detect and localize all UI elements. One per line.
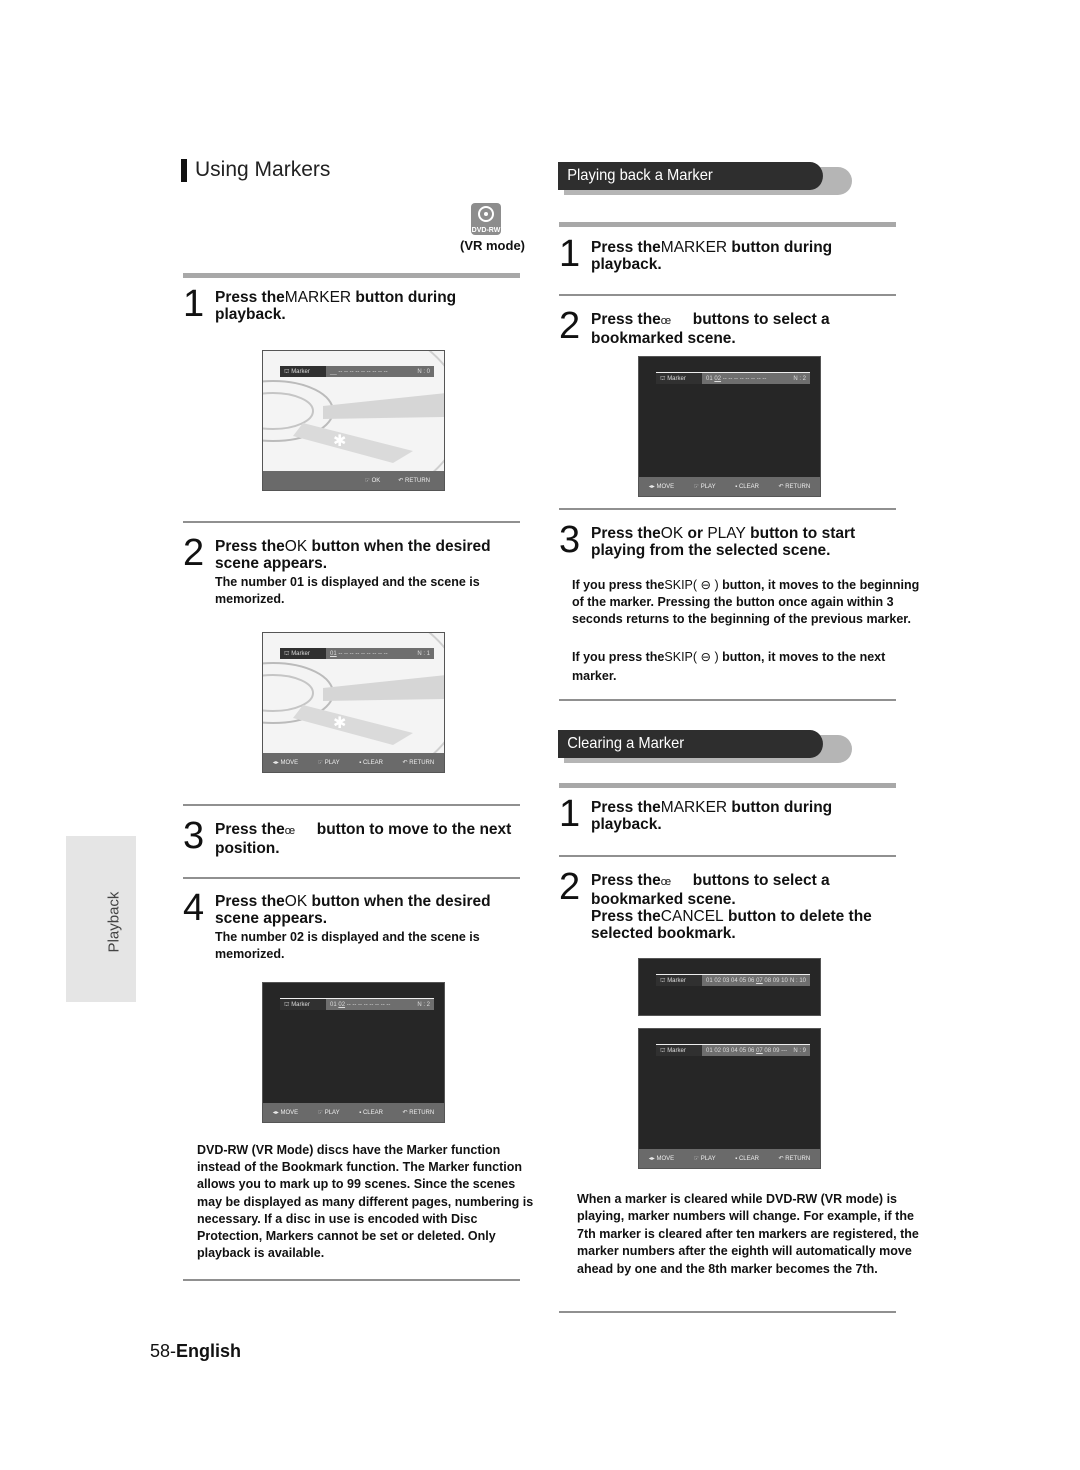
osd-screen-nine-markers: ⛫ Marker 01 02 03 04 05 06 07 08 09 --- N… [638, 1028, 821, 1169]
osd-footer: ◂▸ MOVE ☞ PLAY ▪ CLEAR ↶ RETURN [639, 477, 820, 496]
skip-forward-note: If you press theSKIP( ⊖ ) button, it mov… [572, 650, 886, 683]
page-title: Using Markers [181, 158, 330, 182]
section-side-tab: Playback [66, 836, 136, 1002]
left-step-2: 2 Press theOK button when the desired sc… [183, 532, 491, 606]
section-header-clearing: Clearing a Marker [558, 730, 852, 763]
dvd-rw-disc-icon: DVD-RW [471, 203, 501, 235]
svg-text:✱: ✱ [333, 433, 346, 450]
divider [559, 699, 896, 701]
title-bar-decoration [181, 158, 187, 182]
clearing-step-2: 2 Press theœ buttons to select a bookmar… [559, 866, 872, 942]
osd-footer: ◂▸ MOVE ☞ PLAY ▪ CLEAR ↶ RETURN [263, 1103, 444, 1122]
playback-step-3: 3 Press theOK or PLAY button to start pl… [559, 519, 856, 561]
marker-bar: ⛫ Marker 01 02 -- -- -- -- -- -- -- -- N … [656, 372, 810, 384]
divider [183, 273, 520, 278]
divider [559, 294, 896, 296]
marker-info-note: DVD-RW (VR Mode) discs have the Marker f… [197, 1143, 534, 1261]
marker-bar: ⛫ Marker 01 02 03 04 05 06 07 08 09 10 N … [656, 974, 810, 986]
clearing-step-1: 1 Press theMARKER button during playback… [559, 793, 833, 835]
marker-bar: ⛫ Marker __ -- -- -- -- -- -- -- -- -- N … [280, 366, 434, 377]
divider [183, 877, 520, 879]
osd-screen-ten-markers: ⛫ Marker 01 02 03 04 05 06 07 08 09 10 N … [638, 958, 821, 1016]
playback-step-1: 1 Press theMARKER button during playback… [559, 233, 833, 275]
osd-screen-playback-marker: ⛫ Marker 01 02 -- -- -- -- -- -- -- -- N … [638, 356, 821, 497]
divider [183, 521, 520, 523]
osd-screen-marker-01: ✱ ⛫ Marker 01 -- -- -- -- -- -- -- -- --… [262, 632, 445, 773]
mode-label: (VR mode) [460, 238, 525, 253]
osd-footer: ◂▸ MOVE ☞ PLAY ▪ CLEAR ↶ RETURN [639, 1149, 820, 1168]
page-footer: 58-English [150, 1341, 242, 1361]
svg-text:✱: ✱ [333, 715, 346, 732]
osd-screen-marker-02: ⛫ Marker 01 02 -- -- -- -- -- -- -- -- N … [262, 982, 445, 1123]
divider [183, 1279, 520, 1281]
marker-bar: ⛫ Marker 01 -- -- -- -- -- -- -- -- -- N … [280, 648, 434, 659]
divider [559, 855, 896, 857]
marker-bar: ⛫ Marker 01 02 -- -- -- -- -- -- -- -- N … [280, 998, 434, 1010]
marker-bar: ⛫ Marker 01 02 03 04 05 06 07 08 09 --- N… [656, 1044, 810, 1056]
section-header-playing-back: Playing back a Marker [558, 162, 852, 195]
divider [559, 508, 896, 510]
clearing-info-note: When a marker is cleared while DVD-RW (V… [577, 1192, 919, 1276]
divider [559, 1311, 896, 1313]
left-step-3: 3 Press theœ button to move to the next … [183, 815, 516, 857]
divider [559, 783, 896, 788]
divider [183, 804, 520, 806]
osd-footer: ◂▸ MOVE ☞ PLAY ▪ CLEAR ↶ RETURN [263, 753, 444, 772]
left-step-1: 1 Press theMARKER button during playback… [183, 283, 457, 325]
playback-step-2: 2 Press theœ buttons to select a bookmar… [559, 305, 834, 347]
divider [559, 222, 896, 227]
left-step-4: 4 Press theOK button when the desired sc… [183, 887, 491, 961]
osd-footer: ☞ OK ↶ RETURN [263, 471, 444, 490]
skip-back-note: If you press theSKIP( ⊖ ) button, it mov… [572, 578, 920, 627]
osd-screen-marker-empty: ✱ ⛫ Marker __ -- -- -- -- -- -- -- -- --… [262, 350, 445, 491]
